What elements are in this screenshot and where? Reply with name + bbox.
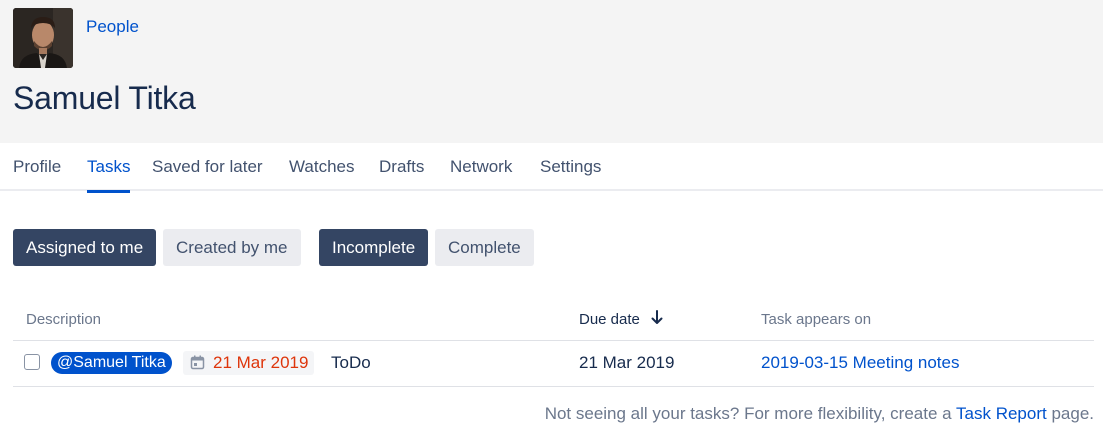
task-checkbox[interactable]	[24, 354, 40, 370]
incomplete-button[interactable]: Incomplete	[319, 229, 429, 266]
task-page-link[interactable]: 2019-03-15 Meeting notes	[761, 353, 959, 373]
task-description: ToDo	[331, 353, 371, 372]
column-header-description[interactable]: Description	[26, 311, 101, 328]
tab-settings[interactable]: Settings	[540, 157, 601, 191]
tab-network[interactable]: Network	[450, 157, 512, 191]
footer-text: Not seeing all your tasks? For more flex…	[544, 404, 952, 423]
header-divider	[13, 340, 1094, 341]
footer-note: Not seeing all your tasks? For more flex…	[545, 404, 1094, 424]
task-due-date: 21 Mar 2019	[579, 353, 675, 372]
tab-drafts[interactable]: Drafts	[379, 157, 424, 191]
avatar[interactable]	[13, 8, 73, 68]
profile-header	[0, 0, 1103, 143]
assigned-to-me-button[interactable]: Assigned to me	[13, 229, 157, 266]
footer-suffix: page.	[1051, 404, 1094, 423]
row-divider	[13, 386, 1094, 387]
breadcrumb-people[interactable]: People	[86, 17, 139, 37]
column-header-due-date[interactable]: Due date	[579, 311, 640, 328]
task-date-lozenge[interactable]: 21 Mar 2019	[183, 351, 315, 375]
tab-watches[interactable]: Watches	[289, 157, 355, 191]
page-title: Samuel Titka	[13, 80, 196, 116]
tab-profile[interactable]: Profile	[13, 157, 61, 191]
task-report-link[interactable]: Task Report	[956, 404, 1047, 423]
avatar-photo	[13, 8, 73, 68]
column-header-appears-on[interactable]: Task appears on	[761, 311, 871, 328]
tab-tasks[interactable]: Tasks	[87, 157, 131, 193]
profile-tabs: Profile Tasks Saved for later Watches Dr…	[0, 143, 1103, 193]
calendar-icon	[190, 355, 205, 370]
created-by-me-button[interactable]: Created by me	[163, 229, 301, 266]
task-date-text: 21 Mar 2019	[213, 353, 309, 372]
tab-saved-for-later[interactable]: Saved for later	[152, 157, 263, 191]
user-mention[interactable]: @Samuel Titka	[51, 352, 172, 374]
complete-button[interactable]: Complete	[435, 229, 534, 266]
arrow-down-icon[interactable]	[651, 309, 663, 326]
